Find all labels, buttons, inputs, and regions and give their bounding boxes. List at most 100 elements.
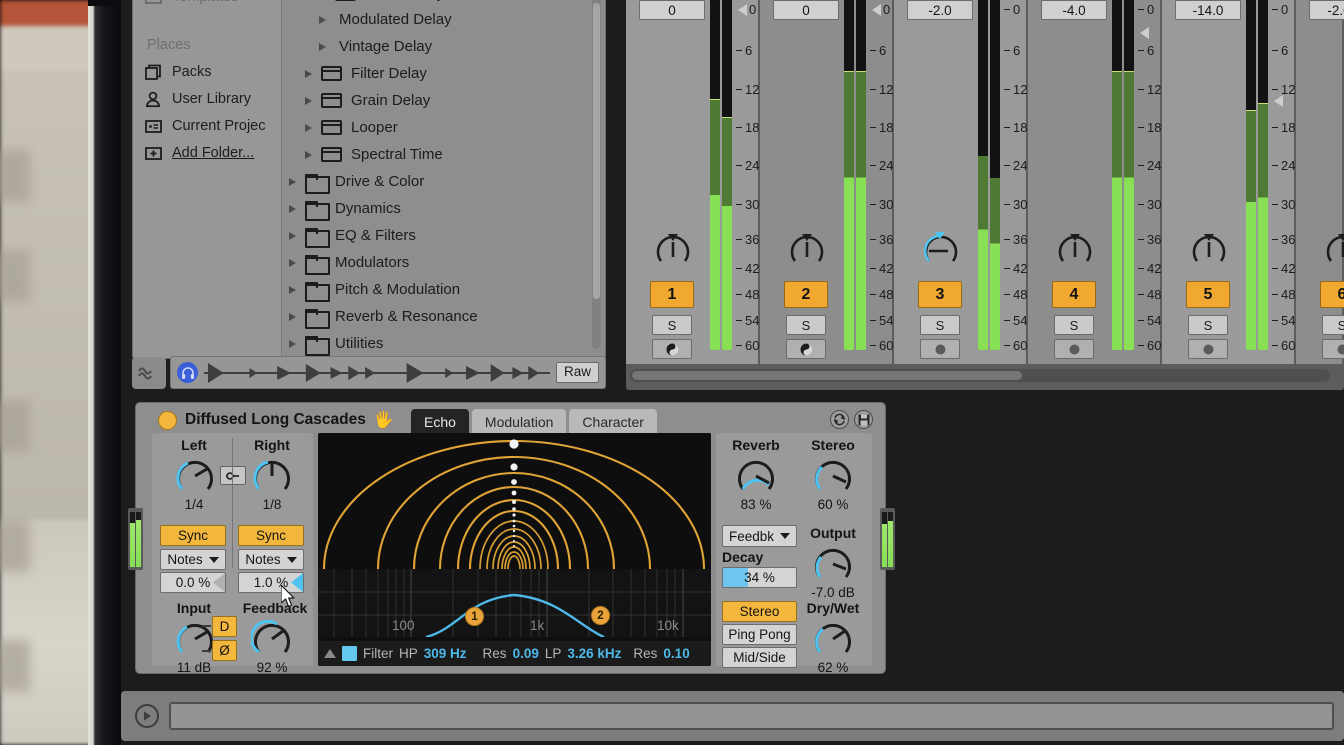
volume-field[interactable]: -2.0 xyxy=(1309,0,1344,20)
mixer-channel-strip[interactable]: -4.0 0 6 12 18 24 30 36 42 48 54 60 4 S xyxy=(1028,0,1162,364)
disclosure-triangle-icon[interactable] xyxy=(319,15,326,24)
phase-icon[interactable] xyxy=(786,339,826,359)
tree-item[interactable]: Filter Delay xyxy=(283,60,427,87)
triangle-up-icon[interactable] xyxy=(324,649,336,658)
volume-field[interactable]: -4.0 xyxy=(1041,0,1107,20)
tree-item[interactable]: Modulators xyxy=(283,249,409,276)
pan-knob[interactable] xyxy=(787,229,827,269)
pan-knob[interactable] xyxy=(1189,229,1229,269)
track-number-button[interactable]: 6 xyxy=(1320,281,1344,308)
headphone-icon[interactable] xyxy=(177,362,198,383)
disclosure-triangle-icon[interactable] xyxy=(305,123,312,132)
sidebar-item-packs[interactable]: Packs xyxy=(145,61,212,83)
browser-tree[interactable]: Grain Delay Modulated Delay Vintage Dela… xyxy=(283,0,605,358)
solo-button[interactable]: S xyxy=(920,315,960,335)
mixer-channel-strip[interactable]: 0 0 6 12 18 24 30 36 42 48 54 60 xyxy=(626,0,760,364)
filter-node-1[interactable]: 1 xyxy=(465,607,484,626)
waveform-display[interactable] xyxy=(204,360,550,386)
tree-item[interactable]: Modulated Delay xyxy=(283,6,452,33)
sidebar-item-user-library[interactable]: User Library xyxy=(145,88,251,110)
feedback-knob[interactable] xyxy=(249,618,293,665)
right-sync-button[interactable]: Sync xyxy=(238,525,304,546)
lp-res-value[interactable]: 0.10 xyxy=(663,646,689,661)
record-icon[interactable] xyxy=(920,339,960,359)
tree-item[interactable]: Dynamics xyxy=(283,195,401,222)
track-number-button[interactable]: 4 xyxy=(1052,281,1096,308)
volume-field[interactable]: -2.0 xyxy=(907,0,973,20)
disclosure-triangle-icon[interactable] xyxy=(305,69,312,78)
info-text-field[interactable] xyxy=(169,702,1334,730)
drywet-knob[interactable] xyxy=(812,618,854,665)
disclosure-triangle-icon[interactable] xyxy=(289,231,296,240)
left-sync-button[interactable]: Sync xyxy=(160,525,226,546)
mixer-channel-strip[interactable]: -2.0 0 6 12 18 24 30 36 42 48 54 60 3 S xyxy=(894,0,1028,364)
mixer-channel-strip[interactable]: 0 0 6 12 18 24 30 36 42 48 54 60 xyxy=(760,0,894,364)
reverb-knob[interactable] xyxy=(735,455,777,502)
device-power-led[interactable] xyxy=(158,410,177,430)
stereo-knob[interactable] xyxy=(812,455,854,502)
pan-knob[interactable] xyxy=(653,229,693,269)
lp-value[interactable]: 3.26 kHz xyxy=(567,646,621,661)
tree-item[interactable]: Grain Delay xyxy=(283,87,430,114)
sidebar-item-current-project[interactable]: Current Projec xyxy=(145,115,265,137)
left-delay-knob[interactable] xyxy=(174,455,216,502)
hp-res-value[interactable]: 0.09 xyxy=(513,646,539,661)
disclosure-triangle-icon[interactable] xyxy=(305,150,312,159)
track-number-button[interactable]: 3 xyxy=(918,281,962,308)
mode-pingpong-button[interactable]: Ping Pong xyxy=(722,624,797,645)
left-offset-field[interactable]: 0.0 % xyxy=(160,572,226,593)
tree-item[interactable]: EQ & Filters xyxy=(283,222,416,249)
device-tabs[interactable]: Echo Modulation Character xyxy=(411,409,657,434)
right-delay-knob[interactable] xyxy=(251,455,293,502)
disclosure-triangle-icon[interactable] xyxy=(289,312,296,321)
echo-display[interactable]: 100 1k 10k 1 2 Filter HP 309 Hz Res 0.09… xyxy=(318,433,711,666)
save-preset-icon[interactable] xyxy=(854,410,873,429)
disclosure-triangle-icon[interactable] xyxy=(289,204,296,213)
record-icon[interactable] xyxy=(1054,339,1094,359)
decay-field[interactable]: 34 % xyxy=(722,567,797,588)
mode-stereo-button[interactable]: Stereo xyxy=(722,601,797,622)
filter-node-2[interactable]: 2 xyxy=(591,606,610,625)
mixer-channel-strip[interactable]: -14.0 0 6 12 18 24 30 36 42 48 54 60 5 S xyxy=(1162,0,1296,364)
feedback-d-button[interactable]: D xyxy=(212,616,237,637)
tree-item[interactable]: Pitch & Modulation xyxy=(283,276,460,303)
right-mode-dropdown[interactable]: Notes xyxy=(238,549,304,570)
track-number-button[interactable]: 2 xyxy=(784,281,828,308)
echo-visualization[interactable] xyxy=(318,433,711,569)
left-mode-dropdown[interactable]: Notes xyxy=(160,549,226,570)
browser-scrollbar[interactable] xyxy=(592,0,601,349)
tree-item[interactable]: Reverb & Resonance xyxy=(283,303,478,330)
feedback-phase-button[interactable]: Ø xyxy=(212,640,237,661)
volume-field[interactable]: 0 xyxy=(773,0,839,20)
volume-field[interactable]: -14.0 xyxy=(1175,0,1241,20)
record-icon[interactable] xyxy=(1188,339,1228,359)
tree-item[interactable]: Spectral Time xyxy=(283,141,443,168)
mixer-channel-strip[interactable]: -2.0 6 S xyxy=(1296,0,1344,364)
tree-item[interactable]: Drive & Color xyxy=(283,168,424,195)
tree-item[interactable]: Looper xyxy=(283,114,398,141)
disclosure-triangle-icon[interactable] xyxy=(319,42,326,51)
solo-button[interactable]: S xyxy=(1054,315,1094,335)
play-icon[interactable] xyxy=(135,704,159,728)
sidebar-item-templates[interactable]: Templates xyxy=(145,0,238,5)
pan-knob[interactable] xyxy=(1055,229,1095,269)
disclosure-triangle-icon[interactable] xyxy=(289,258,296,267)
mixer-horizontal-scrollbar[interactable] xyxy=(630,369,1330,382)
tree-item[interactable]: Utilities xyxy=(283,330,383,357)
filter-curve-display[interactable] xyxy=(318,569,711,637)
record-icon[interactable] xyxy=(1322,339,1344,359)
phase-icon[interactable] xyxy=(652,339,692,359)
volume-field[interactable]: 0 xyxy=(639,0,705,20)
hp-value[interactable]: 309 Hz xyxy=(424,646,467,661)
disclosure-triangle-icon[interactable] xyxy=(289,177,296,186)
solo-button[interactable]: S xyxy=(786,315,826,335)
solo-button[interactable]: S xyxy=(652,315,692,335)
device-title[interactable]: Diffused Long Cascades 🖐 xyxy=(158,410,394,430)
pan-knob[interactable] xyxy=(921,229,961,269)
tab-echo[interactable]: Echo xyxy=(411,409,469,434)
tree-item[interactable]: Vintage Delay xyxy=(283,33,432,60)
raw-button[interactable]: Raw xyxy=(555,362,599,383)
tab-modulation[interactable]: Modulation xyxy=(471,409,567,434)
disclosure-triangle-icon[interactable] xyxy=(305,96,312,105)
randomize-icon[interactable] xyxy=(830,410,849,429)
